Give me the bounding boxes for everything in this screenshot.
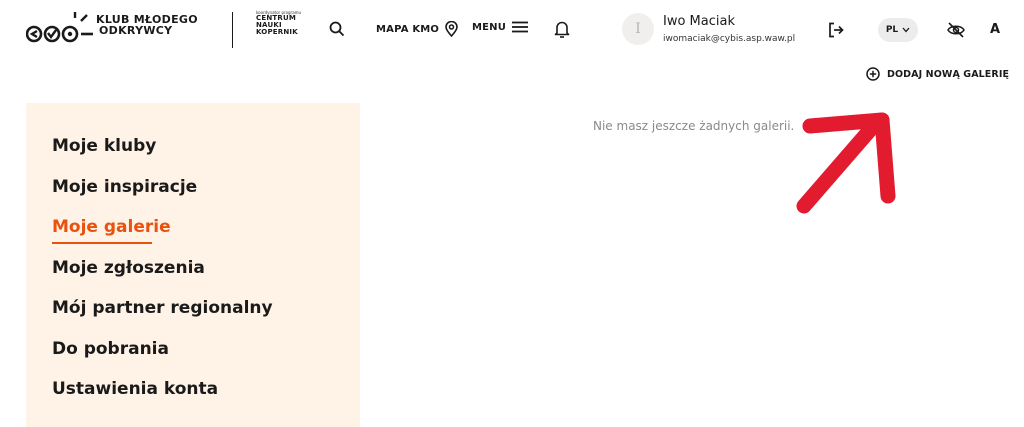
annotation-arrow-icon xyxy=(796,112,896,214)
mapa-kmo-label: MAPA KMO xyxy=(376,23,440,35)
sidebar-item-moje-inspiracje[interactable]: Moje inspiracje xyxy=(52,177,197,197)
search-button[interactable] xyxy=(327,19,347,39)
user-email: iwomaciak@cybis.asp.waw.pl xyxy=(663,34,796,44)
account-sidebar: Moje kluby Moje inspiracje Moje galerie … xyxy=(26,103,360,427)
sidebar-item-moje-zgloszenia[interactable]: Moje zgłoszenia xyxy=(52,258,205,278)
hamburger-icon xyxy=(512,21,529,33)
kmo-logo-icon xyxy=(26,12,93,43)
kmo-logo-text: KLUB MŁODEGO ODKRYWCY xyxy=(96,14,198,36)
user-name: Iwo Maciak xyxy=(663,14,735,29)
sidebar-item-moje-galerie[interactable]: Moje galerie xyxy=(52,217,171,237)
plus-circle-icon xyxy=(866,67,880,81)
notifications-button[interactable] xyxy=(552,18,572,40)
menu-label: MENU xyxy=(472,21,507,33)
empty-galleries-message: Nie masz jeszcze żadnych galerii. xyxy=(593,119,795,133)
logo-line-2: ODKRYWCY xyxy=(99,24,173,37)
kmo-logo[interactable] xyxy=(26,12,94,48)
logout-icon xyxy=(829,22,844,38)
contrast-toggle-button[interactable] xyxy=(945,20,967,40)
add-gallery-button[interactable]: DODAJ NOWĄ GALERIĘ xyxy=(866,67,1009,81)
bell-icon xyxy=(554,21,570,38)
avatar[interactable]: I xyxy=(622,13,654,45)
sidebar-item-partner-regionalny[interactable]: Mój partner regionalny xyxy=(52,298,273,318)
add-gallery-label: DODAJ NOWĄ GALERIĘ xyxy=(887,68,1010,80)
language-select[interactable]: PL xyxy=(878,18,918,42)
search-icon xyxy=(329,21,345,37)
language-value: PL xyxy=(885,25,899,35)
sidebar-item-do-pobrania[interactable]: Do pobrania xyxy=(52,339,169,359)
menu-button[interactable]: MENU xyxy=(472,21,529,33)
header-divider xyxy=(232,12,233,48)
font-size-button[interactable]: A xyxy=(990,22,1000,37)
map-pin-icon xyxy=(445,21,458,37)
sidebar-item-ustawienia-konta[interactable]: Ustawienia konta xyxy=(52,379,218,399)
active-item-underline xyxy=(52,242,152,244)
chevron-down-icon xyxy=(902,27,910,33)
mapa-kmo-link[interactable]: MAPA KMO xyxy=(376,21,458,37)
cnk-logo[interactable]: koordynator programu CENTRUM NAUKI KOPER… xyxy=(256,10,301,36)
logout-button[interactable] xyxy=(826,20,846,40)
cnk-line-3: KOPERNIK xyxy=(256,28,298,36)
sidebar-item-moje-kluby[interactable]: Moje kluby xyxy=(52,136,156,156)
header: KLUB MŁODEGO ODKRYWCY koordynator progra… xyxy=(0,0,1024,62)
eye-off-icon xyxy=(947,22,965,38)
